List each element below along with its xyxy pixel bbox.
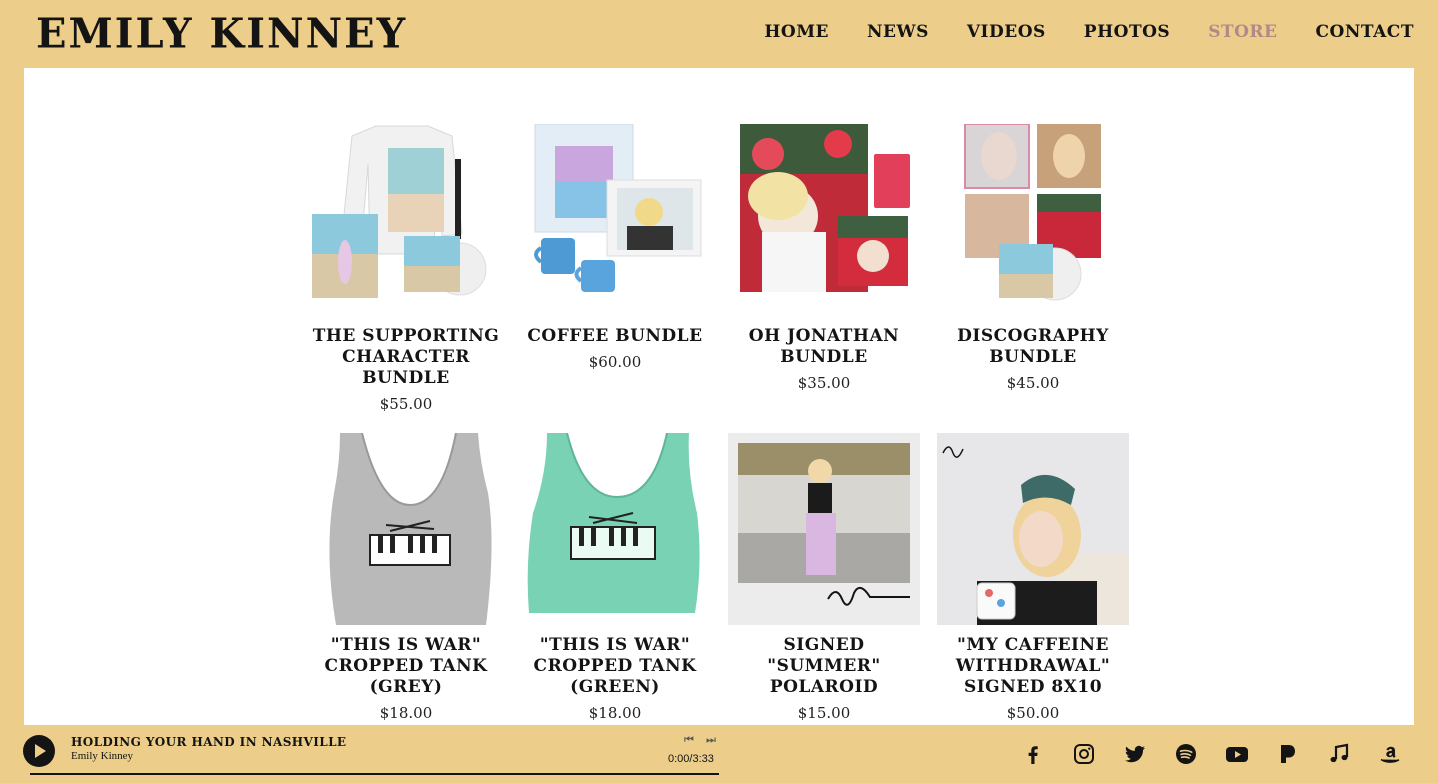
product-card[interactable]: OH JONATHAN BUNDLE $35.00: [728, 124, 920, 415]
product-price: $18.00: [588, 704, 642, 722]
amazon-icon[interactable]: [1378, 742, 1402, 766]
product-card[interactable]: DISCOGRAPHY BUNDLE $45.00: [937, 124, 1129, 415]
pandora-icon[interactable]: [1276, 742, 1300, 766]
track-time: 0:00/3:33: [668, 753, 714, 765]
product-name[interactable]: DISCOGRAPHY BUNDLE: [937, 326, 1129, 368]
instagram-icon[interactable]: [1072, 742, 1096, 766]
product-grid: THE SUPPORTING CHARACTER BUNDLE $55.00 C…: [310, 124, 1129, 724]
product-name[interactable]: "THIS IS WAR" CROPPED TANK (GREEN): [519, 635, 711, 698]
product-price: $18.00: [379, 704, 433, 722]
product-name[interactable]: OH JONATHAN BUNDLE: [728, 326, 920, 368]
nav-home[interactable]: HOME: [764, 22, 829, 42]
store-panel: THE SUPPORTING CHARACTER BUNDLE $55.00 C…: [24, 68, 1414, 725]
product-price: $55.00: [379, 395, 433, 413]
product-card[interactable]: "THIS IS WAR" CROPPED TANK (GREEN) $18.0…: [519, 433, 711, 724]
facebook-icon[interactable]: [1021, 742, 1045, 766]
product-card[interactable]: THE SUPPORTING CHARACTER BUNDLE $55.00: [310, 124, 502, 415]
nav-contact[interactable]: CONTACT: [1316, 22, 1414, 42]
next-track-icon[interactable]: ⏭: [706, 733, 716, 747]
social-links: [1021, 742, 1402, 766]
product-price: $60.00: [588, 353, 642, 371]
main-nav: HOME NEWS VIDEOS PHOTOS STORE CONTACT: [764, 22, 1414, 42]
product-price: $35.00: [797, 374, 851, 392]
nav-news[interactable]: NEWS: [867, 22, 929, 42]
product-card[interactable]: "THIS IS WAR" CROPPED TANK (GREY) $18.00: [310, 433, 502, 724]
nav-videos[interactable]: VIDEOS: [967, 22, 1046, 42]
product-price: $45.00: [1006, 374, 1060, 392]
product-name[interactable]: "THIS IS WAR" CROPPED TANK (GREY): [310, 635, 502, 698]
product-image[interactable]: [728, 433, 920, 625]
product-image[interactable]: [519, 124, 711, 316]
product-card[interactable]: SIGNED "SUMMER" POLAROID $15.00: [728, 433, 920, 724]
apple-music-icon[interactable]: [1327, 742, 1351, 766]
nav-photos[interactable]: PHOTOS: [1084, 22, 1170, 42]
product-name[interactable]: THE SUPPORTING CHARACTER BUNDLE: [310, 326, 502, 389]
spotify-icon[interactable]: [1174, 742, 1198, 766]
product-image[interactable]: [310, 433, 502, 625]
progress-bar[interactable]: [30, 773, 719, 775]
product-card[interactable]: COFFEE BUNDLE $60.00: [519, 124, 711, 415]
nav-store[interactable]: STORE: [1208, 22, 1277, 42]
play-icon[interactable]: [23, 735, 55, 767]
twitter-icon[interactable]: [1123, 742, 1147, 766]
product-name[interactable]: SIGNED "SUMMER" POLAROID: [728, 635, 920, 698]
track-artist: Emily Kinney: [71, 750, 134, 762]
product-name[interactable]: COFFEE BUNDLE: [519, 326, 711, 347]
product-price: $50.00: [1006, 704, 1060, 722]
product-image[interactable]: [310, 124, 502, 316]
product-card[interactable]: "MY CAFFEINE WITHDRAWAL" SIGNED 8X10 $50…: [937, 433, 1129, 724]
product-image[interactable]: [728, 124, 920, 316]
youtube-icon[interactable]: [1225, 742, 1249, 766]
product-name[interactable]: "MY CAFFEINE WITHDRAWAL" SIGNED 8X10: [937, 635, 1129, 698]
product-image[interactable]: [937, 433, 1129, 625]
site-logo[interactable]: EMILY KINNEY: [36, 10, 407, 58]
product-image[interactable]: [937, 124, 1129, 316]
track-title: HOLDING YOUR HAND IN NASHVILLE: [71, 735, 347, 749]
previous-track-icon[interactable]: ⏮: [684, 733, 694, 747]
product-image[interactable]: [519, 433, 711, 625]
product-price: $15.00: [797, 704, 851, 722]
music-player: HOLDING YOUR HAND IN NASHVILLE Emily Kin…: [0, 725, 1438, 783]
